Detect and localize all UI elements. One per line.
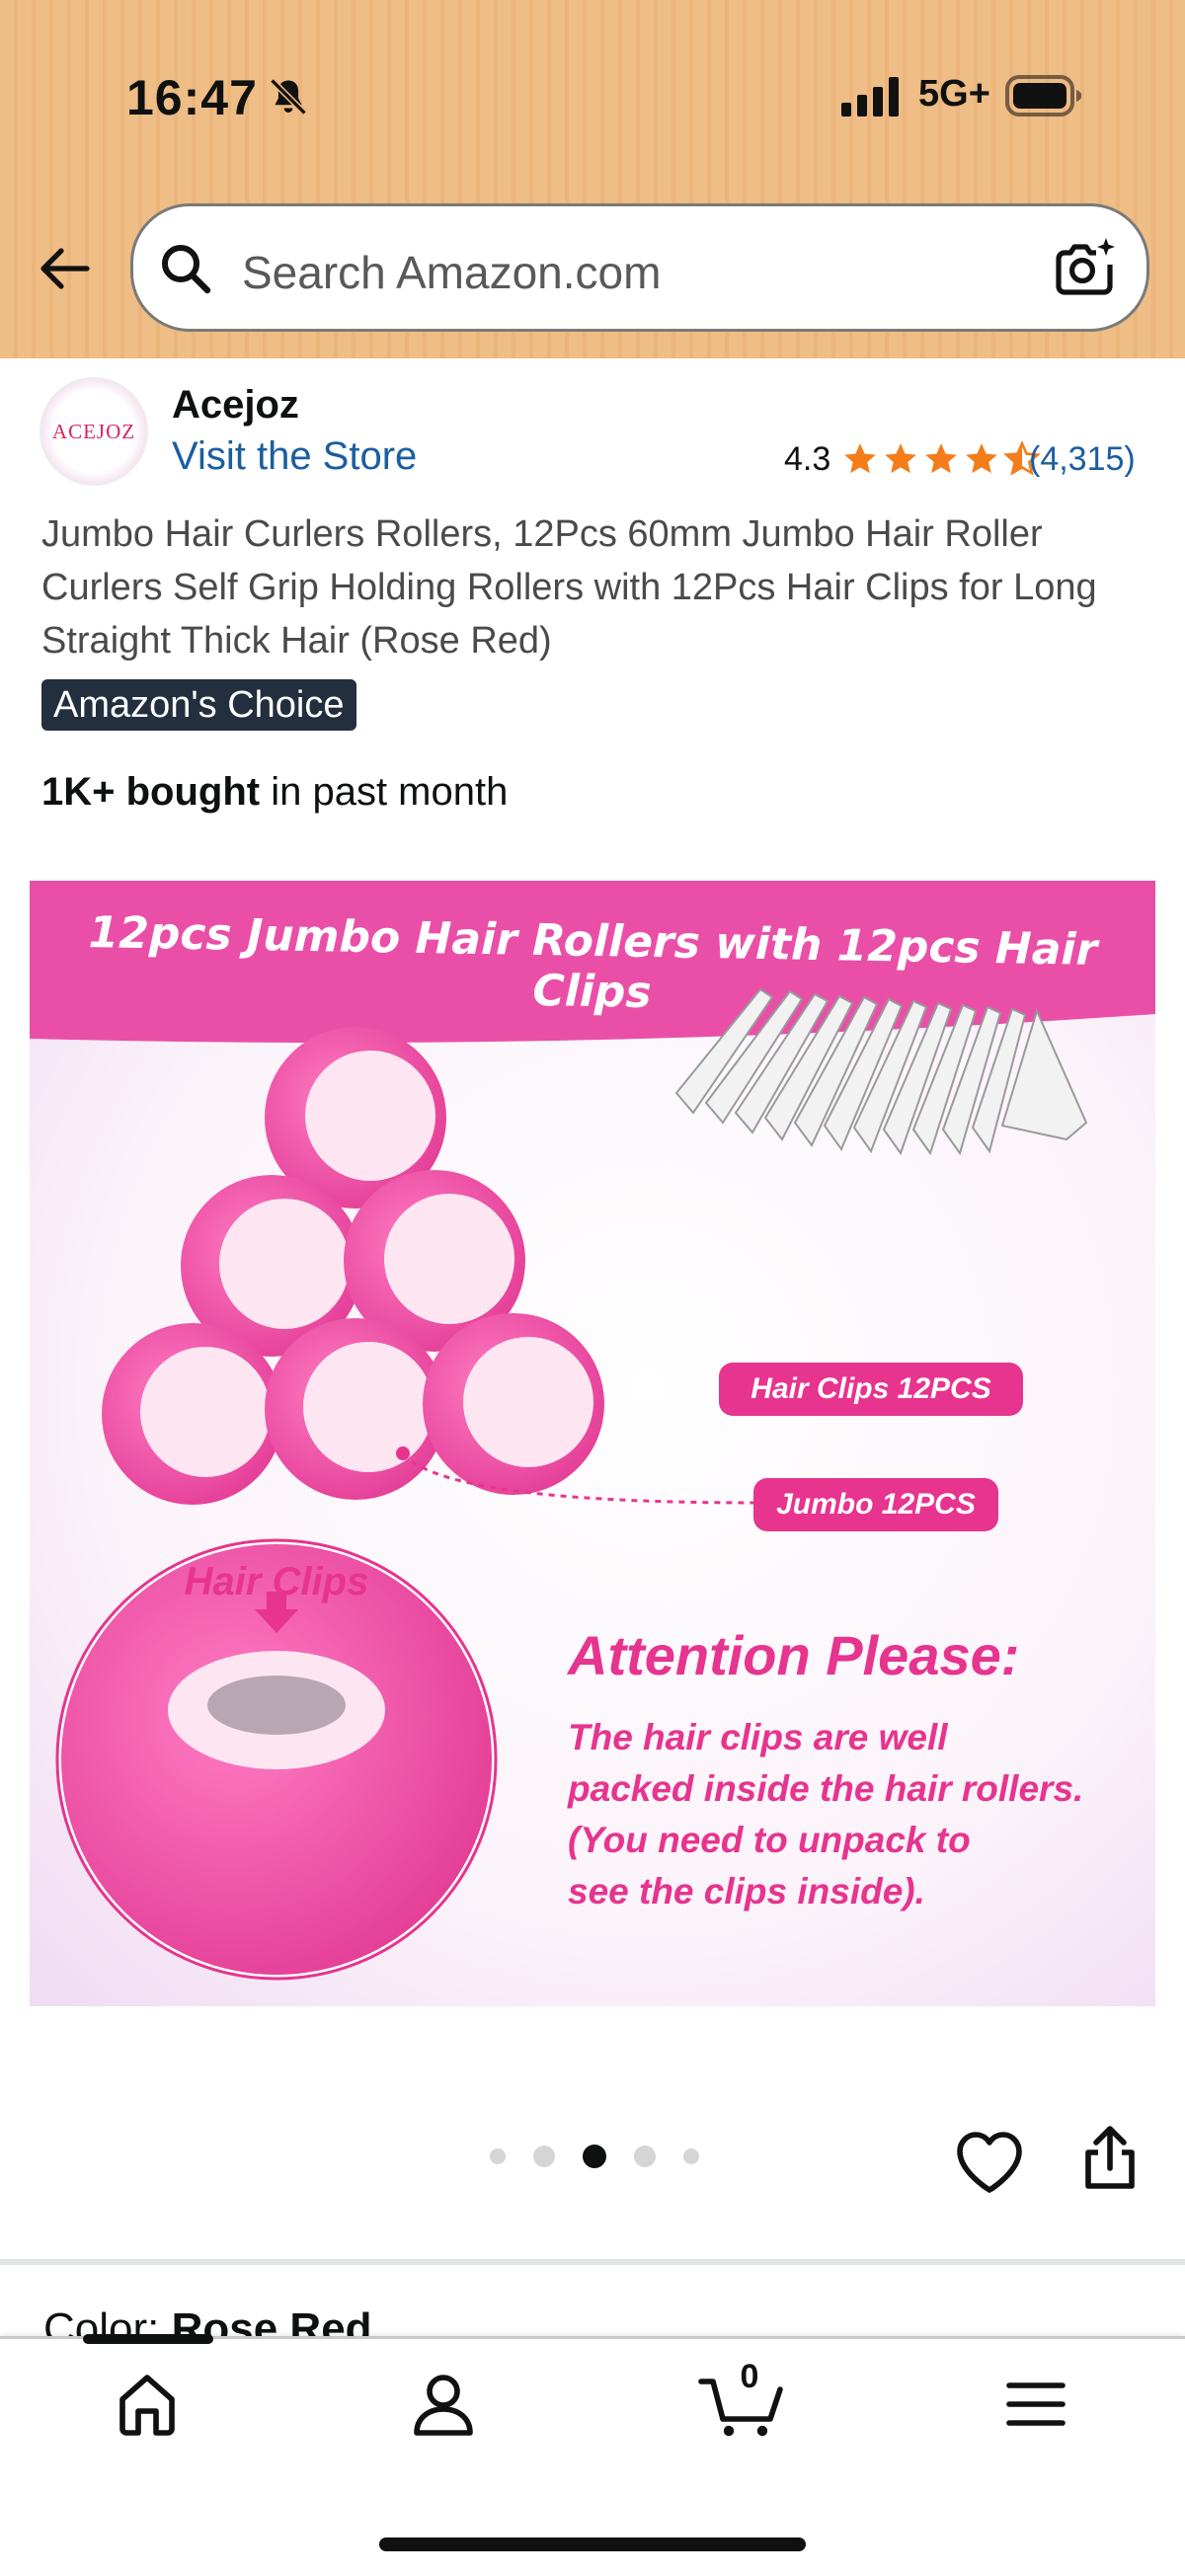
visit-store-link[interactable]: Visit the Store <box>172 434 417 479</box>
share-icon[interactable] <box>1080 2123 1140 2192</box>
star-icon <box>844 443 876 474</box>
jumbo-label: Jumbo 12PCS <box>776 1488 976 1521</box>
carousel-dot[interactable] <box>533 2146 555 2167</box>
brand-name: Acejoz <box>172 383 299 427</box>
camera-icon[interactable] <box>1053 235 1118 300</box>
active-tab-indicator <box>83 2334 213 2344</box>
carousel-dot[interactable] <box>683 2148 699 2164</box>
back-arrow-icon[interactable] <box>36 239 95 298</box>
rating-value: 4.3 <box>784 440 831 478</box>
product-image[interactable]: 12pcs Jumbo Hair Rollers with 12pcs Hair… <box>30 881 1155 2006</box>
section-divider <box>0 2259 1185 2265</box>
star-icon <box>925 443 957 474</box>
cart-count: 0 <box>740 2358 759 2395</box>
status-time: 16:47 <box>126 70 258 125</box>
attention-text: The hair clips are well packed inside th… <box>568 1717 1084 1912</box>
search-input[interactable] <box>242 245 1032 300</box>
carousel-dot[interactable] <box>634 2146 656 2167</box>
account-icon[interactable] <box>409 2370 478 2439</box>
star-icon <box>966 443 997 474</box>
battery-icon <box>1005 75 1082 117</box>
network-type: 5G+ <box>918 73 990 115</box>
image-banner-text: 12pcs Jumbo Hair Rollers with 12pcs Hair… <box>88 907 1098 1019</box>
circle-label: Hair Clips <box>184 1560 369 1603</box>
rating-stars[interactable] <box>841 440 1041 478</box>
star-icon <box>885 443 916 474</box>
bell-off-icon <box>270 78 307 116</box>
home-icon[interactable] <box>113 2370 182 2439</box>
bought-in-past-month: 1K+ bought in past month <box>41 770 509 814</box>
signal-icon <box>841 77 899 117</box>
carousel-dots[interactable] <box>490 2145 699 2168</box>
menu-icon[interactable] <box>1001 2370 1070 2439</box>
hair-clips-label: Hair Clips 12PCS <box>750 1372 991 1405</box>
heart-icon[interactable] <box>954 2129 1025 2196</box>
rating-count-link[interactable]: (4,315) <box>1029 440 1136 479</box>
attention-title: Attention Please: <box>568 1624 1020 1686</box>
home-indicator <box>379 2537 806 2551</box>
amazons-choice-badge[interactable]: Amazon's Choice <box>41 679 356 731</box>
product-title: Jumbo Hair Curlers Rollers, 12Pcs 60mm J… <box>41 513 1097 662</box>
search-icon[interactable] <box>158 241 213 296</box>
carousel-dot[interactable] <box>490 2148 506 2164</box>
brand-logo[interactable]: ACEJOZ <box>40 377 148 486</box>
carousel-dot-active[interactable] <box>583 2145 606 2168</box>
